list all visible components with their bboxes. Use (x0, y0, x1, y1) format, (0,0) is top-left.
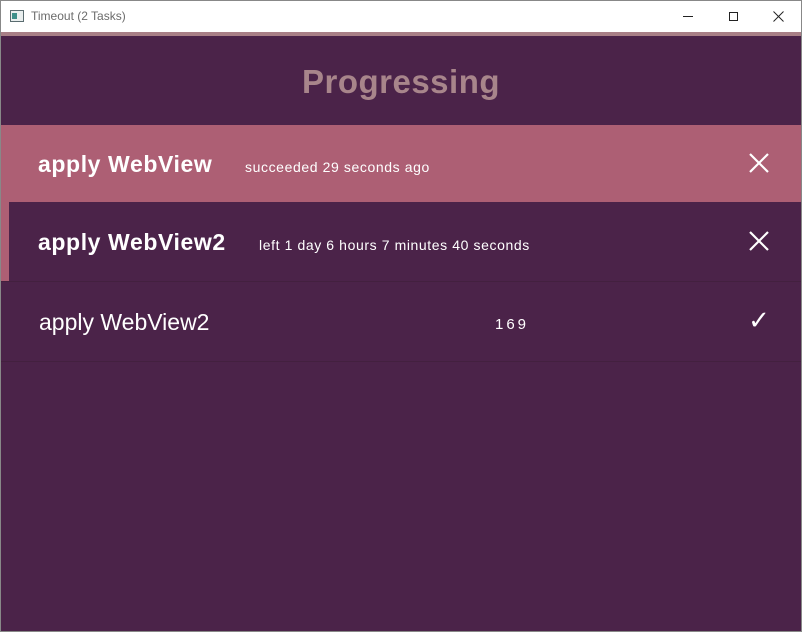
close-window-button[interactable] (755, 1, 801, 32)
title-bar[interactable]: Timeout (2 Tasks) (1, 1, 801, 32)
task-row-running[interactable]: apply WebView2 left 1 day 6 hours 7 minu… (1, 202, 801, 282)
close-icon (749, 153, 769, 173)
task-status: succeeded 29 seconds ago (245, 159, 430, 175)
app-window-icon (10, 10, 24, 22)
window-title: Timeout (2 Tasks) (31, 9, 126, 23)
confirm-task-button[interactable]: ✓ (745, 307, 773, 335)
maximize-button[interactable] (710, 1, 756, 32)
app-window: Timeout (2 Tasks) Progressing apply WebV… (0, 0, 802, 632)
maximize-icon (728, 12, 738, 21)
progress-strip (1, 32, 801, 36)
task-duration-value[interactable]: 169 (495, 316, 529, 333)
cancel-task-button[interactable] (745, 227, 773, 255)
dismiss-task-button[interactable] (745, 149, 773, 177)
minimize-button[interactable] (665, 1, 711, 32)
page-title: Progressing (301, 63, 501, 100)
task-title: apply WebView (38, 151, 213, 177)
close-icon (749, 231, 769, 251)
task-row-completed[interactable]: apply WebView succeeded 29 seconds ago (1, 125, 801, 202)
task-status: left 1 day 6 hours 7 minutes 40 seconds (259, 237, 530, 253)
minimize-icon (683, 16, 693, 17)
task-title: apply WebView2 (38, 229, 226, 255)
close-icon (772, 11, 784, 22)
task-row-new[interactable]: apply WebView2 169 ✓ (1, 282, 801, 362)
task-title-input[interactable]: apply WebView2 (39, 309, 209, 336)
active-task-marker (1, 202, 9, 281)
checkmark-icon: ✓ (748, 306, 770, 336)
